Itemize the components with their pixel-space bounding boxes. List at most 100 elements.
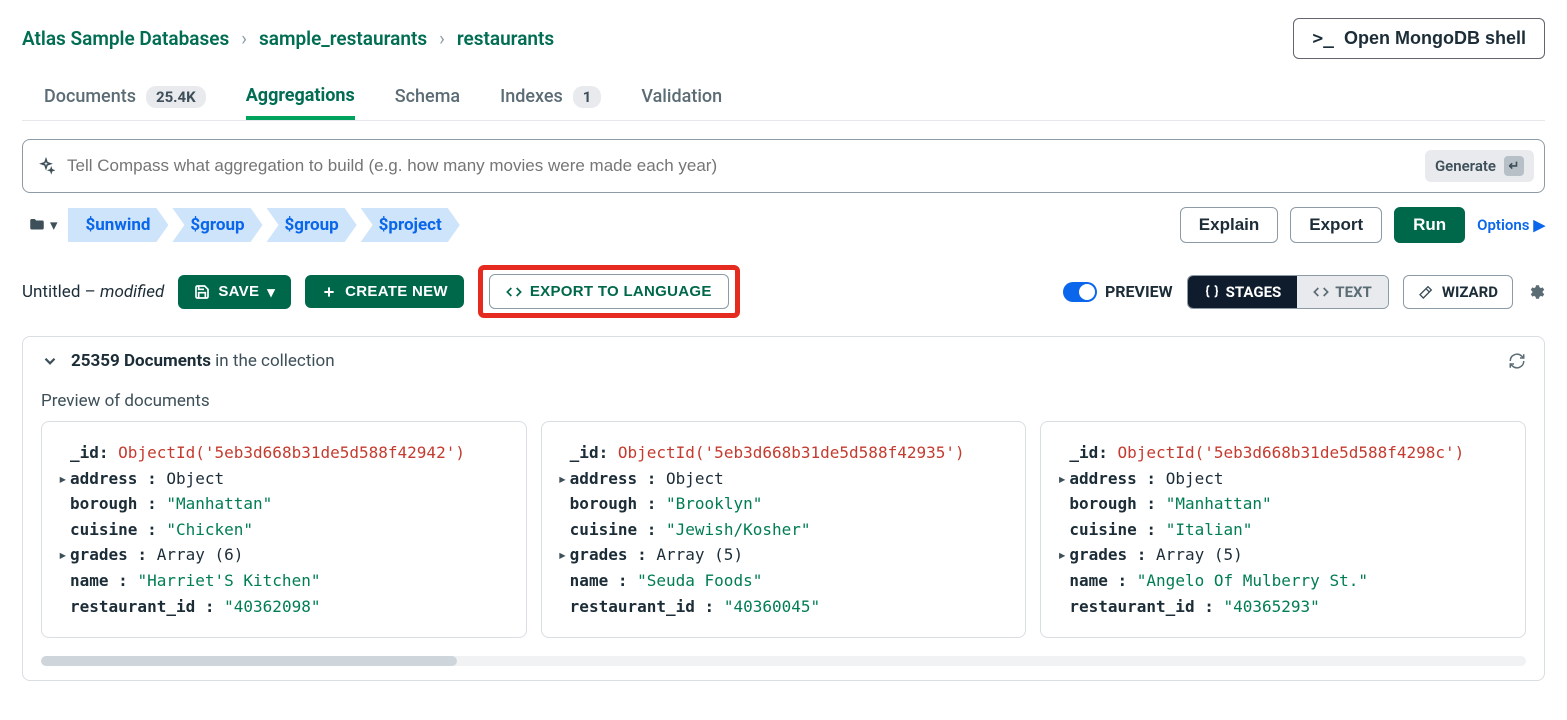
run-button[interactable]: Run [1394, 207, 1465, 243]
objectid-prefix: ObjectId( [1118, 443, 1205, 462]
chevron-down-icon[interactable] [41, 352, 59, 370]
ai-prompt-bar: Generate ↵ [22, 139, 1545, 193]
open-mongodb-shell-button[interactable]: >_ Open MongoDB shell [1293, 18, 1545, 59]
options-link[interactable]: Options ▶ [1477, 216, 1545, 234]
field-value: Array (5) [656, 545, 743, 564]
field-value: "Harriet'S Kitchen" [137, 571, 320, 590]
highlight-annotation: EXPORT TO LANGUAGE [478, 265, 740, 318]
field-key: address [1069, 469, 1136, 488]
objectid-suffix: ) [955, 443, 965, 462]
field-key: grades [570, 545, 628, 564]
enter-key-icon: ↵ [1504, 156, 1524, 176]
preview-label: PREVIEW [1105, 282, 1173, 301]
generate-button[interactable]: Generate ↵ [1425, 150, 1534, 182]
refresh-icon[interactable] [1508, 352, 1526, 370]
field-key: address [70, 469, 137, 488]
results-panel: 25359 Documents in the collection Previe… [22, 336, 1545, 681]
field-key: grades [1069, 545, 1127, 564]
stage-pill-group[interactable]: $group [267, 208, 357, 242]
field-value: Object [1166, 469, 1224, 488]
export-to-language-button[interactable]: EXPORT TO LANGUAGE [489, 274, 729, 309]
tab-schema-label: Schema [395, 86, 460, 107]
wizard-button[interactable]: WIZARD [1403, 275, 1513, 309]
document-card: _id: ObjectId('5eb3d668b31de5d588f42935'… [541, 421, 1027, 638]
expand-icon[interactable]: ▸ [558, 466, 570, 492]
open-shell-label: Open MongoDB shell [1344, 28, 1526, 49]
objectid-value: '5eb3d668b31de5d588f42935' [705, 443, 955, 462]
expand-icon[interactable]: ▸ [1057, 466, 1069, 492]
collection-tabs: Documents 25.4K Aggregations Schema Inde… [22, 67, 1545, 121]
field-value: "Angelo Of Mulberry St." [1137, 571, 1368, 590]
expand-icon[interactable]: ▸ [58, 542, 70, 568]
indexes-count-badge: 1 [573, 86, 602, 108]
tab-aggregations-label: Aggregations [246, 85, 355, 106]
document-card: _id: ObjectId('5eb3d668b31de5d588f42942'… [41, 421, 527, 638]
braces-icon [1204, 284, 1220, 300]
field-value: Object [166, 469, 224, 488]
caret-down-icon: ▾ [267, 283, 275, 301]
expand-icon[interactable]: ▸ [558, 542, 570, 568]
save-label: SAVE [218, 283, 259, 300]
create-new-label: CREATE NEW [345, 283, 448, 300]
terminal-prompt-icon: >_ [1312, 28, 1334, 49]
documents-count-badge: 25.4K [146, 86, 206, 108]
pipeline-name-label: Untitled – modified [22, 282, 164, 302]
gear-icon[interactable] [1527, 283, 1545, 301]
field-key: restaurant_id [70, 597, 195, 616]
field-key: cuisine [1069, 520, 1136, 539]
export-button[interactable]: Export [1290, 207, 1382, 243]
field-value: Object [666, 469, 724, 488]
field-key: _id [70, 443, 99, 462]
field-value: "Chicken" [166, 520, 253, 539]
tab-schema[interactable]: Schema [395, 86, 460, 119]
field-value: "Manhattan" [1166, 494, 1272, 513]
expand-icon[interactable]: ▸ [58, 466, 70, 492]
stage-pill-project[interactable]: $project [361, 208, 460, 242]
save-button[interactable]: SAVE ▾ [178, 275, 291, 309]
wand-icon [1418, 284, 1434, 300]
horizontal-scrollbar[interactable] [41, 656, 1526, 666]
objectid-suffix: ) [1455, 443, 1465, 462]
field-value: "40360045" [724, 597, 820, 616]
tab-aggregations[interactable]: Aggregations [246, 85, 355, 120]
breadcrumb-db[interactable]: sample_restaurants [259, 27, 427, 50]
saved-pipelines-button[interactable]: ▾ [22, 212, 64, 238]
stage-pill-group[interactable]: $group [172, 208, 262, 242]
tab-documents[interactable]: Documents 25.4K [44, 86, 206, 120]
field-key: cuisine [570, 520, 637, 539]
field-key: _id [1069, 443, 1098, 462]
field-value: Array (5) [1156, 545, 1243, 564]
scrollbar-thumb[interactable] [41, 656, 457, 666]
field-key: name [570, 571, 609, 590]
options-label: Options [1477, 216, 1529, 234]
field-key: borough [70, 494, 137, 513]
field-value: "40365293" [1223, 597, 1319, 616]
breadcrumb-root[interactable]: Atlas Sample Databases [22, 27, 229, 50]
objectid-prefix: ObjectId( [618, 443, 705, 462]
code-icon [506, 284, 522, 300]
expand-icon[interactable]: ▸ [1057, 542, 1069, 568]
generate-label: Generate [1435, 157, 1496, 175]
breadcrumb-sep-icon: › [241, 27, 247, 50]
breadcrumb-collection[interactable]: restaurants [457, 27, 554, 50]
field-key: name [1069, 571, 1108, 590]
preview-toggle[interactable] [1063, 282, 1097, 302]
explain-button[interactable]: Explain [1180, 207, 1278, 243]
tab-indexes[interactable]: Indexes 1 [500, 86, 601, 120]
stage-pill-unwind[interactable]: $unwind [68, 208, 169, 242]
caret-right-icon: ▶ [1533, 216, 1545, 234]
create-new-button[interactable]: CREATE NEW [305, 275, 464, 308]
field-value: "Brooklyn" [666, 494, 762, 513]
field-value: Array (6) [157, 545, 244, 564]
ai-prompt-input[interactable] [67, 156, 1413, 176]
view-text-button[interactable]: TEXT [1297, 276, 1388, 308]
field-key: borough [1069, 494, 1136, 513]
field-value: "Seuda Foods" [637, 571, 762, 590]
objectid-suffix: ) [455, 443, 465, 462]
tab-indexes-label: Indexes [500, 86, 563, 107]
tab-validation[interactable]: Validation [641, 86, 722, 119]
field-key: address [570, 469, 637, 488]
objectid-prefix: ObjectId( [118, 443, 205, 462]
save-icon [194, 284, 210, 300]
view-stages-button[interactable]: STAGES [1188, 276, 1298, 308]
